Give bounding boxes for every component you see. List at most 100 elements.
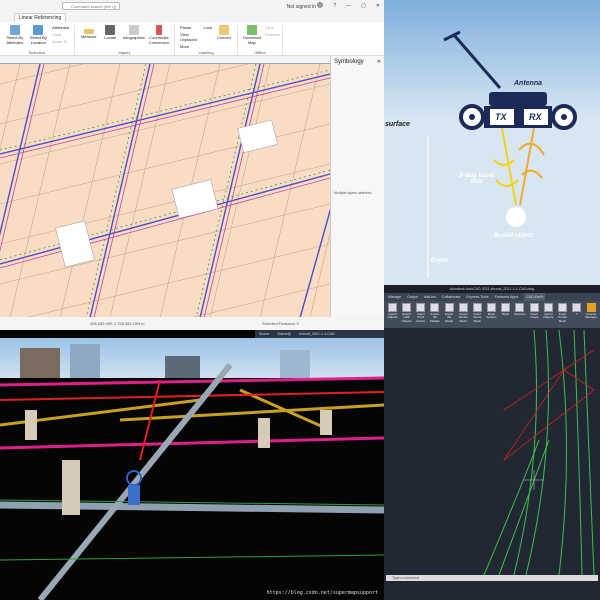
tab-add-ins[interactable]: Add-ins (424, 293, 436, 301)
insert-vector-mesh-button[interactable]: Insert Vector Mesh (472, 303, 483, 326)
group-offline: Download Map Sync Remove Offline (238, 25, 283, 55)
gpr-diagram: Antenna TX RX surface 2-Way travel time … (384, 0, 600, 285)
command-line-input[interactable]: Type a command (386, 575, 598, 581)
sections-icon (515, 303, 525, 312)
return-wave (519, 127, 535, 206)
signin-status[interactable]: Not signed in (287, 2, 324, 10)
tab-collaborate[interactable]: Collaborate (442, 293, 460, 301)
cad-drawing[interactable] (384, 330, 600, 575)
tab-cad-earth[interactable]: CAD-Earth (524, 293, 546, 301)
attributes-button[interactable]: Attributes (52, 25, 69, 30)
tab-linear-referencing[interactable]: Linear Referencing (14, 12, 67, 22)
mesh-icon (472, 303, 482, 312)
export-cad-objects-button[interactable]: Export CAD Objects (401, 303, 412, 326)
tab-manage[interactable]: Manage (388, 293, 401, 301)
buried-object (506, 207, 526, 227)
infographics-icon (128, 25, 139, 35)
zoom-to-button[interactable]: Zoom To (52, 39, 69, 44)
table-select-icon (9, 25, 20, 35)
lock-button[interactable]: Lock (203, 25, 211, 30)
license-manager-button[interactable]: License Manager (585, 303, 597, 326)
group-label: Labeling (198, 50, 214, 55)
import-icon (543, 303, 553, 312)
cart-body (489, 92, 547, 106)
btn-label: Select By Attributes (6, 35, 24, 45)
more-button[interactable]: More (180, 44, 199, 49)
mesh-button[interactable]: Mesh (500, 303, 511, 326)
selected-features-count[interactable]: Selected Features: 0 (262, 321, 299, 326)
command-search-input[interactable]: Command search (Alt+Q) (62, 2, 120, 10)
btn-label: Select By Location (29, 35, 47, 45)
import-3d-models-button[interactable]: Import 3D Models (429, 303, 440, 326)
tab-featured-apps[interactable]: Featured Apps (495, 293, 518, 301)
btn-label: Infographics (122, 35, 145, 40)
arcgis-pro-window: Command search (Alt+Q) Not signed in ? —… (0, 0, 384, 330)
pause-button[interactable]: Pause (180, 25, 199, 30)
close-pane-icon[interactable]: ✕ (377, 59, 381, 65)
view-unplaced-button[interactable]: View Unplaced (180, 32, 199, 42)
model-export-icon (444, 303, 454, 312)
terrain-icon (557, 303, 567, 312)
group-label: Selection (28, 50, 46, 55)
sync-button[interactable]: Sync (265, 25, 280, 30)
insert-terrain-mesh-button[interactable]: Insert Terrain Mesh (557, 303, 568, 326)
mesh-icon (501, 303, 511, 312)
import-objects-2-button[interactable]: Import Objects (543, 303, 554, 326)
map-view[interactable] (0, 3, 371, 330)
surface-label: surface (385, 121, 410, 128)
autocad-window: Autodesk AutoCAD 2021 shrooti_2021-1-1-C… (384, 285, 600, 600)
pipe-network (0, 363, 384, 600)
group-label: Inquiry (118, 50, 131, 55)
convert-icon (218, 25, 229, 35)
watermark: https://blog.csdn.net/supermapsupport (266, 590, 378, 596)
tx-label: TX (495, 112, 507, 122)
btn-label: Convert (216, 35, 231, 40)
symbology-pane: Symbology ✕ Multiple layers selected. (330, 56, 384, 317)
insert-point-button[interactable]: Insert Point Rooks (415, 303, 426, 326)
btn-label: Coordinate Conversion (148, 35, 169, 45)
image-icon (529, 303, 539, 312)
remove-button[interactable]: Remove (265, 32, 280, 37)
terrain-icon (458, 303, 468, 312)
tab-output[interactable]: Output (407, 293, 418, 301)
sections-button[interactable]: Sections (514, 303, 526, 326)
import-terrain-mesh-button[interactable]: Import Terrain Mesh (458, 303, 469, 326)
help-icon (572, 303, 582, 312)
clear-button[interactable]: Clear (52, 32, 69, 37)
antenna-handle (452, 34, 502, 89)
manhole-shaft (62, 460, 80, 515)
model-icon (430, 303, 440, 312)
coordinate-pin-icon (155, 25, 162, 35)
maximize-button[interactable]: ▢ (361, 3, 366, 9)
close-button[interactable]: ✕ (376, 3, 380, 9)
help-button[interactable]: ? (333, 3, 336, 9)
coordinate-readout: 456,589.99E 2,758,384.10N m (90, 321, 145, 326)
minimize-button[interactable]: — (346, 3, 351, 9)
binoculars-icon (105, 25, 116, 35)
title-bar: Command search (Alt+Q) Not signed in ? —… (0, 0, 384, 12)
btn-label: Download Map (243, 35, 261, 45)
group-selection: Select By Attributes Select By Location … (0, 25, 75, 55)
point-icon (416, 303, 426, 312)
insert-image-button[interactable]: Insert Image (529, 303, 540, 326)
ribbon: Select By Attributes Select By Location … (0, 22, 384, 56)
help-button[interactable]: ? (571, 303, 582, 326)
tab-express-tools[interactable]: Express Tools (466, 293, 488, 301)
key-icon (586, 303, 596, 312)
buried-object-label: Buried object (494, 233, 533, 239)
btn-label: Locate (104, 35, 117, 40)
cad-ribbon-tabs: Manage Output Add-ins Collaborate Expres… (384, 293, 600, 301)
section-icon (486, 303, 496, 312)
btn-label: Measure (80, 34, 97, 39)
export-3d-model-button[interactable]: Export 3D Model (444, 303, 455, 326)
3d-scene-view[interactable]: Scene Scene@ shrooti_2021-1-1-CAD https:… (0, 330, 384, 600)
group-label: Offline (254, 50, 266, 55)
status-bar: 456,589.99E 2,758,384.10N m Selected Fea… (0, 317, 384, 330)
mesh-section-button[interactable]: Mesh Section (486, 303, 497, 326)
depth-label: Depth (431, 258, 448, 264)
export-icon (402, 303, 412, 312)
signin-label: Not signed in (286, 4, 316, 10)
parcel-map[interactable] (0, 3, 371, 330)
import-objects-button[interactable]: Import Objects (387, 303, 398, 326)
avatar[interactable] (317, 2, 324, 8)
